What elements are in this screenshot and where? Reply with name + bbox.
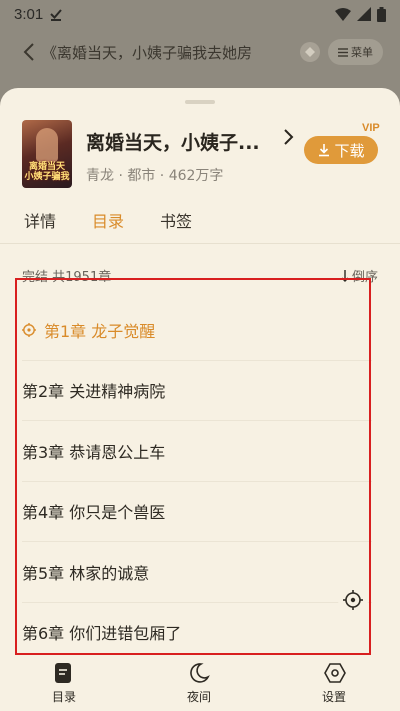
catalog-info-row: 完结 共1951章 倒序 (22, 266, 378, 285)
sheet-handle[interactable] (185, 100, 215, 104)
book-title: 离婚当天，小姨子... (86, 132, 260, 154)
book-icon (55, 662, 71, 683)
bottom-nav: 目录 夜间 设置 (0, 655, 400, 711)
menu-label: 菜单 (351, 46, 373, 59)
chapter-item[interactable]: 第5章 林家的诚意 (22, 542, 372, 603)
locate-current-button[interactable] (338, 585, 368, 615)
book-meta: 青龙 · 都市 · 462万字 (86, 168, 224, 184)
chapter-item[interactable]: 第2章 关进精神病院 (22, 361, 372, 421)
wifi-icon (335, 7, 351, 21)
audio-icon[interactable] (300, 42, 320, 62)
locate-icon (343, 590, 363, 610)
chapter-title: 第4章 你只是个兽医 (22, 503, 166, 523)
nav-night-mode[interactable]: 夜间 (150, 655, 248, 711)
sort-arrow-icon (341, 269, 349, 282)
download-complete-icon (50, 9, 62, 21)
reader-title: 《离婚当天，小姨子骗我去她房 (42, 43, 253, 62)
book-header[interactable]: 离婚当天 小姨子骗我 离婚当天，小姨子... 青龙 · 都市 · 462万字 下载… (22, 120, 380, 190)
battery-icon (377, 6, 386, 22)
book-cover: 离婚当天 小姨子骗我 (22, 120, 72, 188)
chapter-item-current[interactable]: 第1章 龙子觉醒 (22, 300, 372, 361)
tab-details[interactable]: 详情 (24, 208, 56, 232)
status-time: 3:01 (14, 5, 44, 23)
reader-top-bar: 《离婚当天，小姨子骗我去她房 菜单 (0, 30, 400, 74)
tab-catalog[interactable]: 目录 (92, 208, 124, 232)
current-position-icon (22, 322, 36, 337)
chapter-item[interactable]: 第6章 你们进错包厢了 (22, 603, 372, 663)
gear-icon (324, 662, 346, 683)
download-label: 下载 (334, 141, 365, 160)
sort-button[interactable]: 倒序 (340, 266, 378, 285)
chapter-count: 完结 共1951章 (22, 270, 112, 285)
tab-bar: 详情 目录 书签 (24, 208, 192, 232)
chapter-title: 第1章 龙子觉醒 (44, 321, 156, 341)
chevron-right-icon[interactable] (282, 128, 294, 146)
chapter-list: 第1章 龙子觉醒 第2章 关进精神病院 第3章 恭请恩公上车 第4章 你只是个兽… (22, 300, 372, 663)
menu-button[interactable]: 菜单 (328, 39, 383, 65)
signal-icon (357, 7, 371, 21)
status-bar: 3:01 (0, 0, 400, 28)
nav-label: 夜间 (186, 689, 211, 704)
chapter-title: 第5章 林家的诚意 (22, 563, 150, 583)
nav-settings[interactable]: 设置 (248, 655, 400, 711)
download-icon (319, 144, 330, 157)
nav-label: 目录 (52, 689, 77, 704)
back-arrow-icon[interactable] (22, 42, 36, 62)
chapter-item[interactable]: 第3章 恭请恩公上车 (22, 421, 372, 482)
download-button[interactable]: 下载 (304, 136, 378, 164)
nav-catalog[interactable]: 目录 (0, 655, 150, 711)
chapter-title: 第6章 你们进错包厢了 (22, 624, 182, 644)
sort-label: 倒序 (351, 270, 378, 285)
divider (0, 243, 400, 244)
chapter-title: 第3章 恭请恩公上车 (22, 442, 166, 462)
chapter-item[interactable]: 第4章 你只是个兽医 (22, 482, 372, 542)
chapter-title: 第2章 关进精神病院 (22, 382, 166, 402)
nav-label: 设置 (321, 689, 346, 704)
moon-icon (190, 662, 210, 683)
vip-badge: VIP (362, 122, 380, 134)
tab-bookmarks[interactable]: 书签 (160, 208, 192, 232)
menu-icon (338, 47, 348, 57)
catalog-sheet: 离婚当天 小姨子骗我 离婚当天，小姨子... 青龙 · 都市 · 462万字 下载… (0, 88, 400, 711)
